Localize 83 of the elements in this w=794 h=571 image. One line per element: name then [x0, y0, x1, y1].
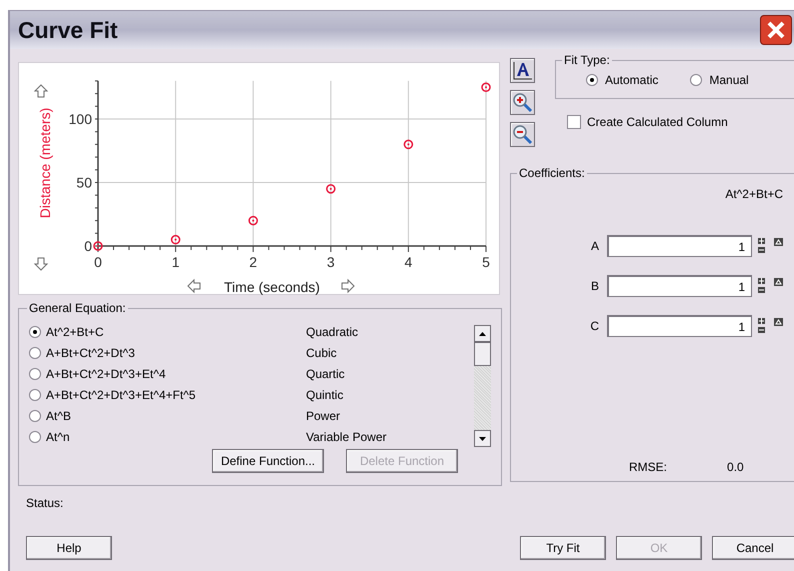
scroll-thumb[interactable] [474, 342, 491, 366]
equation-text: At^B [46, 408, 72, 424]
arrow-icon[interactable] [187, 278, 200, 294]
tick-label: 2 [249, 254, 258, 270]
equation-option[interactable]: A+Bt+Ct^2+Dt^3+Et^4 Quartic [29, 363, 474, 384]
coefficient-label: A [590, 238, 600, 255]
equation-text: A+Bt+Ct^2+Dt^3+Et^4 [46, 366, 167, 382]
equation-name: Power [306, 408, 340, 424]
equation-text: A+Bt+Ct^2+Dt^3+Et^4+Ft^5 [46, 386, 197, 404]
equation-text: At^n [46, 428, 71, 446]
tick-label: 1 [172, 254, 180, 270]
radio-button[interactable] [690, 74, 702, 86]
coefficient-field[interactable]: 1 [607, 315, 752, 337]
checkbox[interactable] [567, 115, 581, 129]
data-point [248, 216, 258, 226]
radio-button[interactable] [586, 74, 598, 86]
radio-button[interactable] [29, 368, 41, 380]
rmse-value: 0.0 [727, 459, 744, 476]
dialog-button[interactable]: Help [26, 536, 112, 560]
axis-scale-icon[interactable] [510, 58, 535, 83]
equation-option[interactable]: At^B Power [29, 405, 474, 426]
data-point [170, 234, 180, 244]
dialog-button[interactable]: Define Function... [212, 449, 324, 473]
status-label: Status: [26, 496, 64, 510]
scrollbar[interactable] [474, 325, 491, 447]
close-button[interactable] [760, 15, 792, 45]
tick-label: 3 [326, 254, 335, 270]
radio-button[interactable] [29, 410, 41, 422]
arrow-icon[interactable] [34, 258, 48, 271]
data-point [481, 82, 491, 92]
plus-minus-icon[interactable] [758, 277, 766, 295]
coefficient-field[interactable]: 1 [607, 275, 752, 297]
group-title: Fit Type: [563, 52, 611, 69]
group-title: General Equation: [28, 300, 127, 317]
tick-label: 0 [84, 238, 92, 254]
axis-title: Distance (meters) [37, 108, 53, 218]
radio-button[interactable] [29, 326, 41, 338]
dialog-button[interactable]: Cancel [712, 536, 794, 560]
arrow-icon[interactable] [342, 278, 355, 294]
equation-option[interactable]: A+Bt+Ct^2+Dt^3 Cubic [29, 342, 474, 363]
coefficient-label: C [589, 318, 600, 335]
equation-name: Quadratic [306, 324, 358, 340]
equation-name: Quartic [306, 366, 345, 382]
option-label: Manual [709, 72, 749, 89]
tick-label: 0 [94, 254, 102, 270]
equation-name: Cubic [306, 344, 337, 362]
fit-type-option[interactable]: Manual [690, 71, 749, 89]
equation-option[interactable]: A+Bt+Ct^2+Dt^3+Et^4+Ft^5 Quintic [29, 384, 474, 405]
equation-option[interactable]: At^n Variable Power [29, 426, 474, 447]
zoom-in-icon[interactable] [510, 90, 535, 115]
window-title: Curve Fit [18, 16, 118, 45]
coefficient-field[interactable]: 1 [607, 235, 752, 257]
fit-type-option[interactable]: Automatic [586, 71, 658, 89]
equation-text: At^2+Bt+C [46, 324, 105, 340]
rmse-label: RMSE: [629, 459, 668, 476]
data-point [93, 241, 103, 251]
fit-formula: At^2+Bt+C [725, 186, 783, 203]
tick-label: 4 [404, 254, 412, 270]
coefficient-label: B [590, 278, 600, 295]
checkbox-label: Create Calculated Column [587, 114, 728, 131]
radio-button[interactable] [29, 346, 41, 358]
equation-name: Variable Power [306, 428, 386, 446]
dialog-button[interactable]: Try Fit [520, 536, 606, 560]
scroll-down-icon[interactable] [479, 436, 486, 440]
close-icon [766, 20, 786, 40]
option-label: Automatic [605, 72, 658, 89]
equation-option[interactable]: At^2+Bt+C Quadratic [29, 321, 474, 342]
radio-button[interactable] [29, 388, 41, 400]
tick-label: 100 [68, 111, 92, 127]
equation-text: A+Bt+Ct^2+Dt^3 [46, 344, 136, 362]
equation-name: Quintic [306, 386, 344, 404]
tick-label: 50 [76, 174, 92, 190]
arrow-icon[interactable] [34, 84, 48, 98]
plus-minus-icon[interactable] [758, 317, 766, 335]
radio-button[interactable] [29, 430, 41, 442]
scroll-up-icon[interactable] [479, 332, 486, 336]
group-title: Coefficients: [518, 165, 586, 182]
plus-minus-icon[interactable] [758, 237, 766, 255]
zoom-out-icon[interactable] [510, 122, 535, 147]
tick-label: 5 [482, 254, 490, 270]
data-point [326, 184, 336, 194]
data-point [404, 140, 414, 150]
axis-title: Time (seconds) [224, 279, 320, 295]
